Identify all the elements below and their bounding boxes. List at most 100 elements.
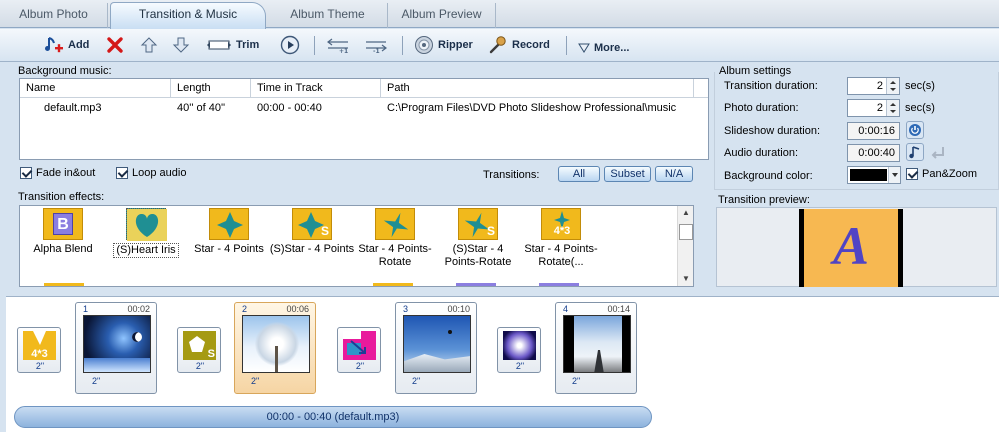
slide-time: 00:14 <box>607 304 630 314</box>
align-left-button[interactable]: +1 <box>326 34 350 56</box>
scroll-down-icon[interactable]: ▼ <box>678 272 693 286</box>
transition-thumbnail: S <box>183 331 216 360</box>
effect-s-heart-iris[interactable]: (S)Heart Iris <box>103 208 189 258</box>
tab-album-preview[interactable]: Album Preview <box>388 3 496 28</box>
move-up-button[interactable] <box>140 34 158 56</box>
audio-track-bar[interactable]: 00:00 - 00:40 (default.mp3) <box>14 406 652 428</box>
star-icon <box>217 212 243 238</box>
effect-next-row-thumb <box>44 283 84 286</box>
transition-preview-title: Transition preview: <box>718 194 810 206</box>
align-right-button[interactable]: -1 <box>364 34 388 56</box>
photo-duration-input[interactable]: 2 <box>847 99 900 117</box>
transitions-all-button[interactable]: All <box>558 166 600 182</box>
fade-label: Fade in&out <box>36 167 96 179</box>
column-length[interactable]: Length <box>171 79 251 98</box>
storyboard-slide[interactable]: 4 00:14 2" <box>555 302 637 394</box>
audio-duration-value: 0:00:40 <box>847 144 900 162</box>
storyboard-slide-selected[interactable]: 2 00:06 2" <box>234 302 316 394</box>
tab-album-theme[interactable]: Album Theme <box>268 3 388 28</box>
music-note-icon <box>909 146 920 159</box>
add-label: Add <box>68 39 90 51</box>
music-list[interactable]: Name Length Time in Track Path default.m… <box>19 78 709 160</box>
effect-s-star-4-points-rotate[interactable]: S (S)Star - 4 Points-Rotate <box>435 208 521 269</box>
heart-iris-icon <box>126 208 167 241</box>
audio-duration-music-button[interactable] <box>906 143 924 161</box>
heart-icon <box>127 209 167 241</box>
svg-text:+1: +1 <box>339 48 348 54</box>
background-color-picker[interactable] <box>847 166 901 184</box>
iris-transition-icon <box>503 331 536 360</box>
loop-audio-checkbox[interactable]: Loop audio <box>116 167 186 179</box>
move-down-button[interactable] <box>172 34 190 56</box>
power-icon <box>909 124 921 136</box>
column-name[interactable]: Name <box>20 79 171 98</box>
slide-thumbnail-mountain <box>403 315 471 373</box>
effect-star-4-points-rotate[interactable]: Star - 4 Points-Rotate <box>352 208 438 269</box>
effects-scrollbar[interactable]: ▲ ▼ <box>677 206 693 286</box>
transitions-subset-button[interactable]: Subset <box>604 166 651 182</box>
effect-label: Alpha Blend <box>33 243 93 255</box>
effect-next-row-thumb <box>373 283 413 286</box>
add-button[interactable]: Add <box>44 34 89 56</box>
fade-checkbox[interactable]: Fade in&out <box>20 167 95 179</box>
star-4-points-icon <box>209 208 249 240</box>
play-icon <box>280 35 300 55</box>
aspect-badge: 4*3 <box>553 225 571 237</box>
storyboard-transition[interactable]: S 2" <box>177 327 221 373</box>
transition-duration-value: 2 <box>876 80 883 92</box>
tab-transition-music[interactable]: Transition & Music <box>110 2 266 29</box>
transition-aspect-badge: 4*3 <box>31 348 48 360</box>
undo-icon <box>931 147 944 159</box>
reset-audio-duration-button[interactable] <box>928 143 948 161</box>
ripper-button[interactable]: Ripper <box>414 34 473 56</box>
alpha-blend-glyph: B <box>53 213 73 235</box>
effect-star-4-points[interactable]: Star - 4 Points <box>186 208 272 256</box>
storyboard-transition[interactable]: 4*3 2" <box>17 327 61 373</box>
slide-number: 4 <box>563 304 569 314</box>
storyboard-transition[interactable]: 2" <box>337 327 381 373</box>
refresh-slideshow-duration-button[interactable] <box>906 121 924 139</box>
transitions-na-button[interactable]: N/A <box>655 166 693 182</box>
transition-duration: 2" <box>515 361 525 371</box>
effect-star-4-points-rotate-43[interactable]: 4*3 Star - 4 Points-Rotate(... <box>518 208 604 269</box>
column-time-in-track[interactable]: Time in Track <box>251 79 381 98</box>
storyboard-slide[interactable]: 1 00:02 2" <box>75 302 157 394</box>
trim-button[interactable]: Trim <box>206 34 259 56</box>
tab-album-photo[interactable]: Album Photo <box>0 3 108 28</box>
effect-s-star-4-points[interactable]: S (S)Star - 4 Points <box>269 208 355 256</box>
scroll-thumb[interactable] <box>679 224 693 240</box>
s-badge: S <box>207 348 215 360</box>
more-button[interactable]: More... <box>578 37 629 59</box>
slide-time: 00:10 <box>447 304 470 314</box>
record-button[interactable]: Record <box>488 34 550 56</box>
delete-button[interactable] <box>106 34 124 56</box>
slide-thumbnail-snow-road <box>563 315 631 373</box>
toolbar-separator <box>566 36 567 55</box>
more-label: More... <box>594 42 630 54</box>
transition-thumbnail: 4*3 <box>23 331 56 360</box>
ripper-label: Ripper <box>438 39 473 51</box>
s-star-rotate-icon: S <box>458 208 498 240</box>
audio-duration-label: Audio duration: <box>724 147 798 159</box>
scroll-up-icon[interactable]: ▲ <box>678 206 693 220</box>
panzoom-checkbox[interactable]: Pan&Zoom <box>906 168 977 180</box>
storyboard-slide[interactable]: 3 00:10 2" <box>395 302 477 394</box>
column-path[interactable]: Path <box>381 79 694 98</box>
add-music-icon <box>45 37 63 53</box>
effect-alpha-blend[interactable]: B Alpha Blend <box>20 208 106 256</box>
effect-label: (S)Star - 4 Points-Rotate <box>444 243 512 268</box>
storyboard[interactable]: 4*3 2" 1 00:02 2" S 2" 2 00:06 2" 2" 3 0… <box>6 296 999 432</box>
triangle-down-icon <box>578 43 590 53</box>
music-row-path: C:\Program Files\DVD Photo Slideshow Pro… <box>387 102 677 114</box>
column-filler <box>694 79 708 98</box>
play-button[interactable] <box>280 34 300 56</box>
transition-duration-spinner[interactable] <box>886 78 899 94</box>
storyboard-transition[interactable]: 2" <box>497 327 541 373</box>
background-color-label: Background color: <box>724 170 813 182</box>
moon-icon <box>132 332 142 342</box>
transition-duration-input[interactable]: 2 <box>847 77 900 95</box>
photo-duration-spinner[interactable] <box>886 100 899 116</box>
color-dropdown-icon[interactable] <box>888 167 900 183</box>
transition-effects-list[interactable]: B Alpha Blend (S)Heart Iris Star - 4 Poi… <box>19 205 694 287</box>
effect-label: Star - 4 Points <box>194 243 264 255</box>
